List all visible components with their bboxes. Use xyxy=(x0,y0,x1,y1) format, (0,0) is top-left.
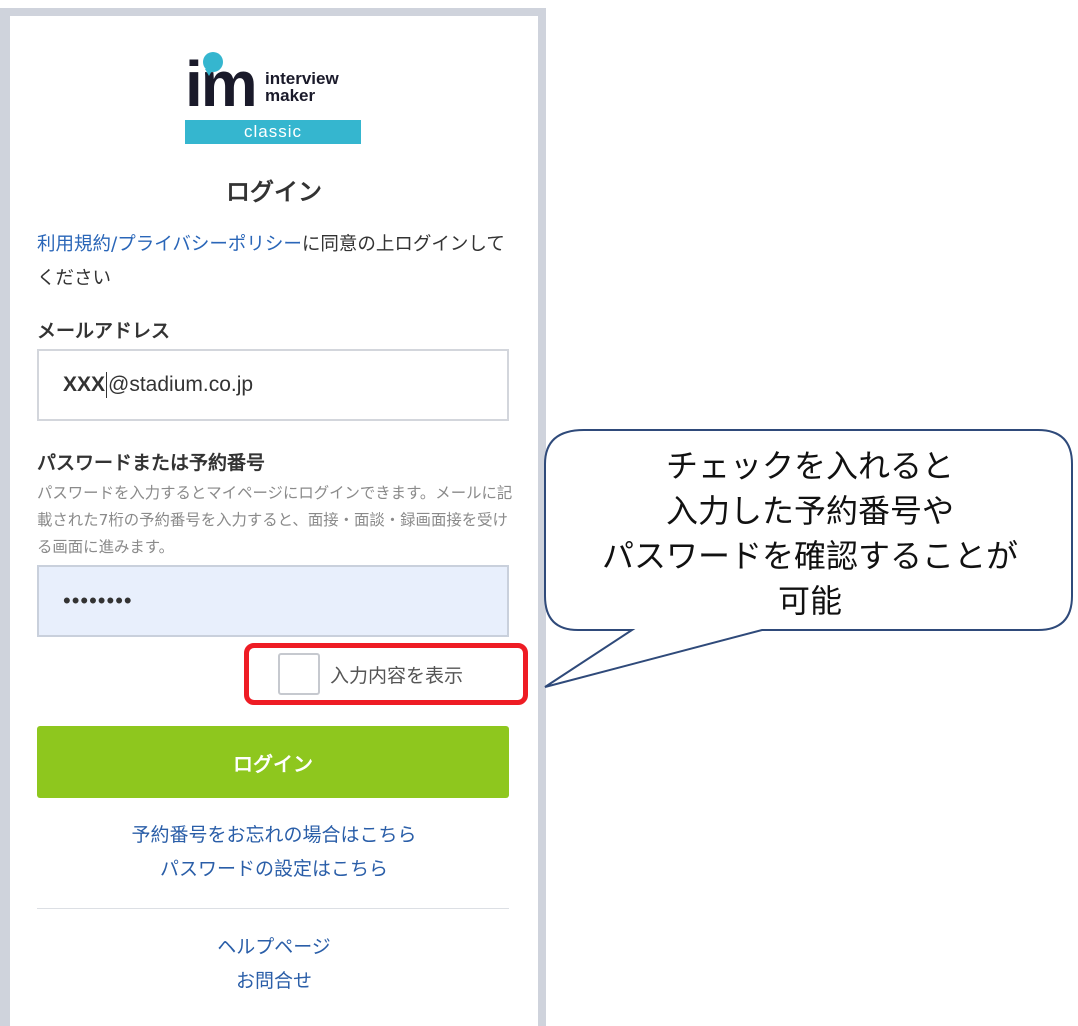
callout-line-2: 入力した予約番号や xyxy=(665,492,954,530)
callout-line-4: 可能 xyxy=(777,582,842,620)
callout-text: チェックを入れると 入力した予約番号や パスワードを確認することが 可能 xyxy=(548,444,1072,624)
callout-line-3: パスワードを確認することが xyxy=(601,537,1018,575)
callout-line-1: チェックを入れると xyxy=(665,447,954,485)
stage: im interview maker classic ログイン 利用規約/プライ… xyxy=(0,0,1078,1026)
